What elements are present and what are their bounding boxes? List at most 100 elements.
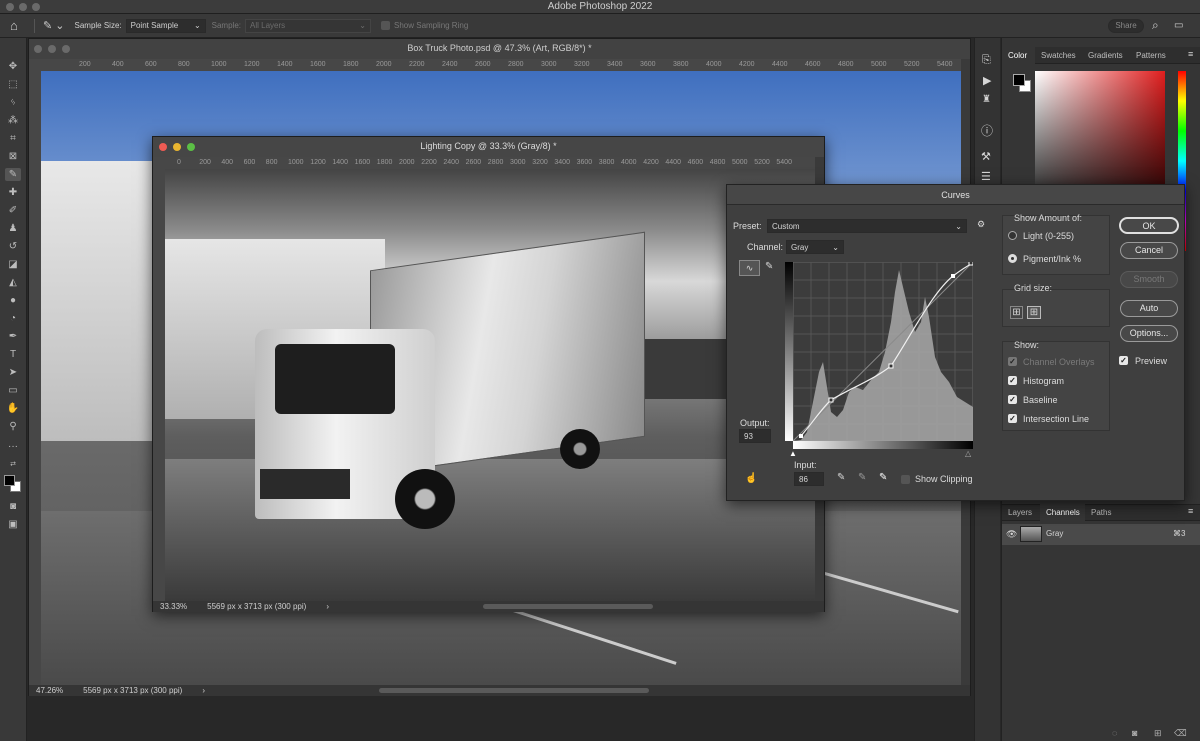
adjustments-panel-icon[interactable]: ⚒: [981, 150, 991, 163]
simple-grid-icon[interactable]: ⊞: [1010, 306, 1023, 319]
on-image-adjust-hand-icon[interactable]: ☝: [745, 473, 757, 484]
sampling-ring-checkbox[interactable]: [381, 21, 390, 30]
auto-button[interactable]: Auto: [1120, 300, 1178, 317]
preset-select[interactable]: Custom ⌄: [767, 219, 967, 233]
ruler-tick-label: 3400: [554, 159, 570, 166]
brush-settings-icon[interactable]: ♜: [982, 94, 991, 105]
input-field[interactable]: 86: [794, 472, 824, 486]
light-radio[interactable]: [1008, 231, 1017, 240]
histogram-checkbox[interactable]: ✓: [1008, 376, 1017, 385]
main-doc-zoom-level[interactable]: 47.26%: [36, 686, 63, 695]
quick-select-tool-icon[interactable]: ⁂: [5, 114, 21, 127]
quick-mask-icon[interactable]: ◙: [5, 500, 21, 513]
output-field[interactable]: 93: [739, 429, 771, 443]
smooth-button[interactable]: Smooth: [1120, 271, 1178, 288]
tab-color[interactable]: Color: [1008, 51, 1027, 60]
channel-overlays-checkbox[interactable]: ✓: [1008, 357, 1017, 366]
ruler-tick-label: 2000: [376, 61, 392, 68]
main-doc-status-chevron-icon[interactable]: ›: [202, 686, 205, 695]
black-point-slider[interactable]: △: [965, 449, 971, 458]
home-icon[interactable]: ⌂: [10, 18, 26, 33]
ruler-tick-label: 4800: [709, 159, 726, 166]
pen-tool-icon[interactable]: ✒: [5, 330, 21, 343]
tab-paths[interactable]: Paths: [1091, 508, 1111, 517]
lighting-doc-zoom-level[interactable]: 33.33%: [160, 602, 187, 611]
share-button[interactable]: Share: [1108, 18, 1144, 33]
ruler-tick-label: 0: [177, 159, 181, 166]
channels-panel-menu-icon[interactable]: ≡: [1188, 506, 1193, 516]
color-panel-menu-icon[interactable]: ≡: [1188, 49, 1193, 59]
main-doc-horizontal-scrollbar[interactable]: [379, 688, 649, 693]
save-selection-channel-icon[interactable]: ◙: [1132, 728, 1137, 738]
ruler-tick-label: 5000: [871, 61, 887, 68]
intersection-line-checkbox[interactable]: ✓: [1008, 414, 1017, 423]
hand-tool-icon[interactable]: ✋: [5, 402, 21, 415]
sample-size-select[interactable]: Point Sample ⌄: [125, 18, 206, 33]
baseline-checkbox[interactable]: ✓: [1008, 395, 1017, 404]
load-channel-selection-icon[interactable]: ◌: [1112, 728, 1117, 738]
ok-button[interactable]: OK: [1119, 217, 1179, 234]
actions-play-icon[interactable]: ▶: [983, 74, 991, 87]
preset-options-gear-icon[interactable]: ⚙: [977, 219, 985, 230]
zoom-tool-icon[interactable]: ⚲: [5, 420, 21, 433]
eyedropper-preset-icon[interactable]: ✎ ⌄: [43, 19, 65, 32]
black-point-eyedropper-icon[interactable]: ✎: [837, 472, 845, 483]
tab-layers[interactable]: Layers: [1008, 508, 1032, 517]
clone-stamp-icon[interactable]: ♟: [5, 222, 21, 235]
eraser-tool-icon[interactable]: ◪: [5, 258, 21, 271]
ruler-tick-label: 2600: [465, 159, 482, 166]
cancel-button[interactable]: Cancel: [1120, 242, 1178, 259]
swap-colors-icon[interactable]: ⇄: [5, 458, 21, 471]
main-doc-vertical-ruler: [29, 59, 41, 685]
frame-tool-icon[interactable]: ⊠: [5, 150, 21, 163]
type-tool-icon[interactable]: T: [5, 348, 21, 361]
search-icon[interactable]: ⌕: [1152, 18, 1159, 33]
options-button[interactable]: Options...: [1120, 325, 1178, 342]
detailed-grid-icon[interactable]: ⊞: [1027, 306, 1041, 319]
tab-channels[interactable]: Channels: [1046, 508, 1080, 517]
brush-tool-icon[interactable]: ✐: [5, 204, 21, 217]
properties-panel-icon[interactable]: ☰: [981, 170, 991, 183]
white-point-eyedropper-icon[interactable]: ✎: [879, 472, 887, 483]
screen-mode-icon[interactable]: ▣: [5, 518, 21, 531]
history-panel-icon[interactable]: ⎘: [982, 54, 991, 67]
workspace-icon[interactable]: ▭: [1174, 20, 1183, 31]
curve-points-mode-icon[interactable]: ∿: [739, 260, 760, 276]
paint-bucket-icon[interactable]: ◭: [5, 276, 21, 289]
marquee-tool-icon[interactable]: ⬚: [5, 78, 21, 91]
rectangle-tool-icon[interactable]: ▭: [5, 384, 21, 397]
ruler-tick-label: 3800: [673, 61, 689, 68]
delete-channel-icon[interactable]: ⌫: [1174, 728, 1187, 739]
lighting-doc-horizontal-scrollbar[interactable]: [483, 604, 653, 609]
healing-brush-icon[interactable]: ✚: [5, 186, 21, 199]
panel-foreground-swatch[interactable]: [1013, 74, 1025, 86]
gray-point-eyedropper-icon[interactable]: ✎: [858, 472, 866, 483]
lighting-doc-status-chevron-icon[interactable]: ›: [326, 602, 329, 611]
tab-patterns[interactable]: Patterns: [1136, 51, 1166, 60]
white-point-slider[interactable]: ▲: [789, 449, 797, 458]
more-tools-icon[interactable]: ···: [5, 440, 21, 453]
lasso-tool-icon[interactable]: ᛃ: [5, 96, 21, 109]
channel-select[interactable]: Gray ⌄: [786, 240, 844, 254]
dodge-tool-icon[interactable]: ◔: [5, 312, 21, 325]
foreground-color-swatch[interactable]: [4, 475, 15, 486]
new-channel-icon[interactable]: ⊞: [1154, 728, 1162, 739]
move-tool-icon[interactable]: ✥: [5, 60, 21, 73]
curve-pencil-mode-icon[interactable]: ✎: [765, 261, 773, 272]
sample-select[interactable]: All Layers ⌄: [245, 18, 371, 33]
tab-gradients[interactable]: Gradients: [1088, 51, 1123, 60]
channel-visibility-eye-icon[interactable]: 👁: [1006, 529, 1017, 540]
curve-graph[interactable]: [793, 262, 973, 441]
ruler-tick-label: 3000: [510, 159, 526, 166]
preview-checkbox[interactable]: ✓: [1119, 356, 1128, 365]
show-clipping-checkbox[interactable]: [901, 475, 910, 484]
blur-tool-icon[interactable]: ●: [5, 294, 21, 307]
info-panel-icon[interactable]: ⓘ: [981, 122, 993, 139]
tab-swatches[interactable]: Swatches: [1041, 51, 1076, 60]
crop-tool-icon[interactable]: ⌗: [5, 132, 21, 145]
eyedropper-tool-icon[interactable]: ✎: [5, 168, 21, 181]
pigment-radio[interactable]: [1008, 254, 1017, 263]
channel-row-gray[interactable]: 👁 Gray ⌘3: [1002, 524, 1200, 545]
history-brush-icon[interactable]: ↺: [5, 240, 21, 253]
path-select-icon[interactable]: ➤: [5, 366, 21, 379]
